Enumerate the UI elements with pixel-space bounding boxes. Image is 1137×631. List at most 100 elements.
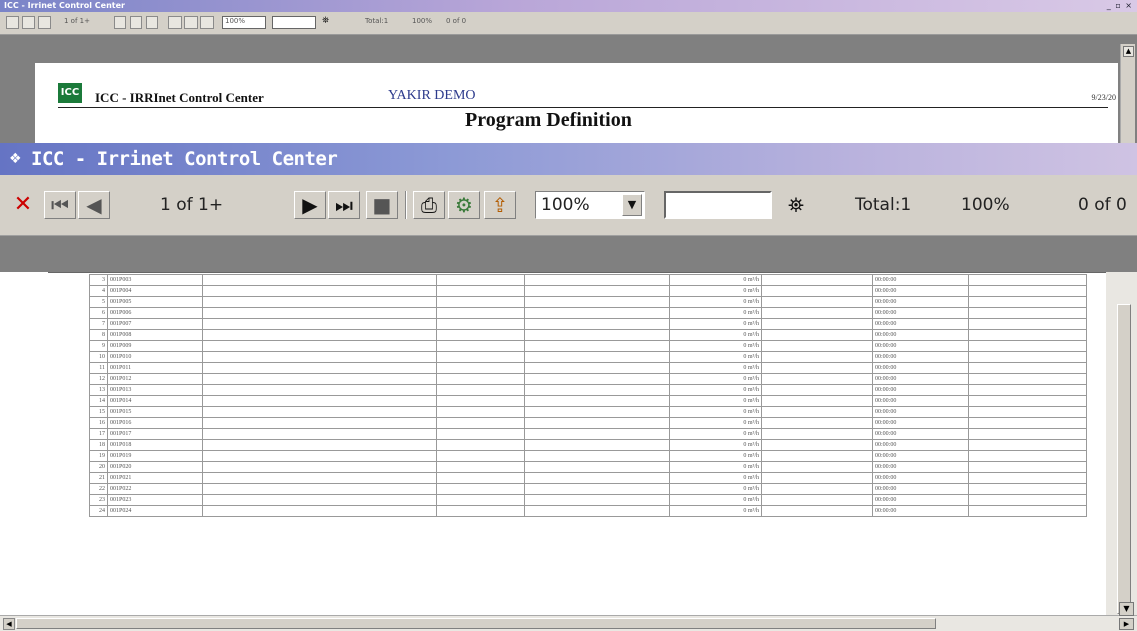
empty-cell — [761, 296, 873, 308]
empty-cell — [761, 274, 873, 286]
empty-cell — [436, 483, 525, 495]
printer-setup-button[interactable]: ⚙ — [448, 191, 480, 219]
zoom-select[interactable]: 100% ▼ — [535, 191, 645, 219]
empty-cell — [436, 362, 525, 374]
first-page-button[interactable]: ⏮ — [44, 191, 76, 219]
table-row: 8 001P008 0 m³/h 00:00:00 — [89, 329, 1087, 341]
empty-cell — [968, 483, 1087, 495]
bg-binoculars-icon[interactable]: ⛯ — [322, 16, 329, 26]
horizontal-scroll-thumb[interactable] — [16, 618, 936, 629]
search-input[interactable] — [664, 191, 772, 219]
empty-cell — [202, 296, 437, 308]
scroll-up-arrow-icon[interactable]: ▲ — [1123, 46, 1134, 57]
empty-cell — [202, 351, 437, 363]
percent-label-box: 100% — [961, 191, 1010, 219]
empty-cell — [436, 318, 525, 330]
close-report-button[interactable]: ✕ — [10, 191, 36, 219]
empty-cell — [202, 450, 437, 462]
toolbar-separator — [405, 191, 407, 219]
bg-percent-label: 100% — [412, 17, 433, 25]
bg-print-button[interactable] — [168, 16, 182, 29]
scroll-left-arrow-icon[interactable]: ◀ — [3, 618, 15, 630]
horizontal-scrollbar[interactable]: ◀ ▼ ▶ — [0, 602, 1137, 631]
table-row: 4 001P004 0 m³/h 00:00:00 — [89, 285, 1087, 297]
duration-cell: 00:00:00 — [872, 285, 969, 297]
row-number-cell: 9 — [89, 340, 108, 352]
bg-last-page-button[interactable] — [130, 16, 142, 29]
flow-rate-cell: 0 m³/h — [669, 483, 762, 495]
print-icon: ⎙ — [421, 193, 437, 217]
empty-cell — [761, 428, 873, 440]
last-page-button[interactable]: ⏭ — [328, 191, 360, 219]
program-id-cell: 001P005 — [107, 296, 203, 308]
scroll-right-arrow-icon[interactable]: ▶ — [1119, 618, 1134, 630]
flow-rate-cell: 0 m³/h — [669, 285, 762, 297]
empty-cell — [761, 439, 873, 451]
empty-cell — [761, 483, 873, 495]
background-window-controls[interactable]: _ ▫ × — [1107, 0, 1133, 12]
duration-cell: 00:00:00 — [872, 274, 969, 286]
flow-rate-cell: 0 m³/h — [669, 362, 762, 374]
bg-printer-setup-button[interactable] — [184, 16, 198, 29]
print-button[interactable]: ⎙ — [413, 191, 445, 219]
bg-zoom-select[interactable]: 100% — [222, 16, 266, 29]
duration-cell: 00:00:00 — [872, 307, 969, 319]
duration-cell: 00:00:00 — [872, 494, 969, 506]
empty-cell — [436, 307, 525, 319]
row-number-cell: 15 — [89, 406, 108, 418]
vertical-scroll-thumb[interactable] — [1117, 304, 1131, 614]
export-button[interactable]: ⇪ — [484, 191, 516, 219]
empty-cell — [968, 450, 1087, 462]
empty-cell — [524, 340, 670, 352]
duration-cell: 00:00:00 — [872, 340, 969, 352]
table-row: 6 001P006 0 m³/h 00:00:00 — [89, 307, 1087, 319]
empty-cell — [436, 428, 525, 440]
report-page: 3 001P003 0 m³/h 00:00:00 4 001P004 0 m³/h 00:0… — [48, 272, 1106, 631]
flow-rate-cell: 0 m³/h — [669, 428, 762, 440]
bg-next-page-button[interactable] — [114, 16, 126, 29]
prev-page-button[interactable]: ◀ — [78, 191, 110, 219]
first-page-icon: ⏮ — [51, 193, 69, 217]
empty-cell — [524, 450, 670, 462]
program-table: 3 001P003 0 m³/h 00:00:00 4 001P004 0 m³/h 00:0… — [89, 274, 1087, 517]
flow-rate-cell: 0 m³/h — [669, 384, 762, 396]
next-page-button[interactable]: ▶ — [294, 191, 326, 219]
flow-rate-cell: 0 m³/h — [669, 318, 762, 330]
flow-rate-cell: 0 m³/h — [669, 274, 762, 286]
flow-rate-cell: 0 m³/h — [669, 472, 762, 484]
table-row: 24 001P024 0 m³/h 00:00:00 — [89, 505, 1087, 517]
bg-first-page-button[interactable] — [22, 16, 35, 29]
empty-cell — [968, 307, 1087, 319]
empty-cell — [202, 373, 437, 385]
scroll-down-arrow-icon[interactable]: ▼ — [1119, 602, 1134, 616]
bg-prev-page-button[interactable] — [38, 16, 51, 29]
bg-stop-button[interactable] — [146, 16, 158, 29]
bg-close-button[interactable] — [6, 16, 19, 29]
vertical-scrollbar[interactable] — [1106, 272, 1137, 630]
empty-cell — [761, 494, 873, 506]
empty-cell — [761, 461, 873, 473]
background-window-title: ICC - Irrinet Control Center — [4, 1, 125, 10]
program-id-cell: 001P022 — [107, 483, 203, 495]
program-id-cell: 001P013 — [107, 384, 203, 396]
empty-cell — [436, 296, 525, 308]
program-id-cell: 001P018 — [107, 439, 203, 451]
empty-cell — [524, 505, 670, 517]
table-row: 11 001P011 0 m³/h 00:00:00 — [89, 362, 1087, 374]
empty-cell — [761, 373, 873, 385]
report-app-title: ICC - IRRInet Control Center — [95, 90, 264, 105]
empty-cell — [436, 439, 525, 451]
empty-cell — [524, 494, 670, 506]
find-button[interactable]: ⛯ — [778, 191, 814, 219]
row-number-cell: 14 — [89, 395, 108, 407]
program-id-cell: 001P015 — [107, 406, 203, 418]
zoom-dropdown-icon[interactable]: ▼ — [622, 194, 642, 216]
row-number-cell: 16 — [89, 417, 108, 429]
percent-label: 100% — [961, 195, 1010, 215]
report-customer-name: YAKIR DEMO — [388, 88, 476, 103]
bg-search-input[interactable] — [272, 16, 316, 29]
empty-cell — [968, 384, 1087, 396]
flow-rate-cell: 0 m³/h — [669, 307, 762, 319]
stop-button[interactable]: ■ — [366, 191, 398, 219]
bg-export-button[interactable] — [200, 16, 214, 29]
